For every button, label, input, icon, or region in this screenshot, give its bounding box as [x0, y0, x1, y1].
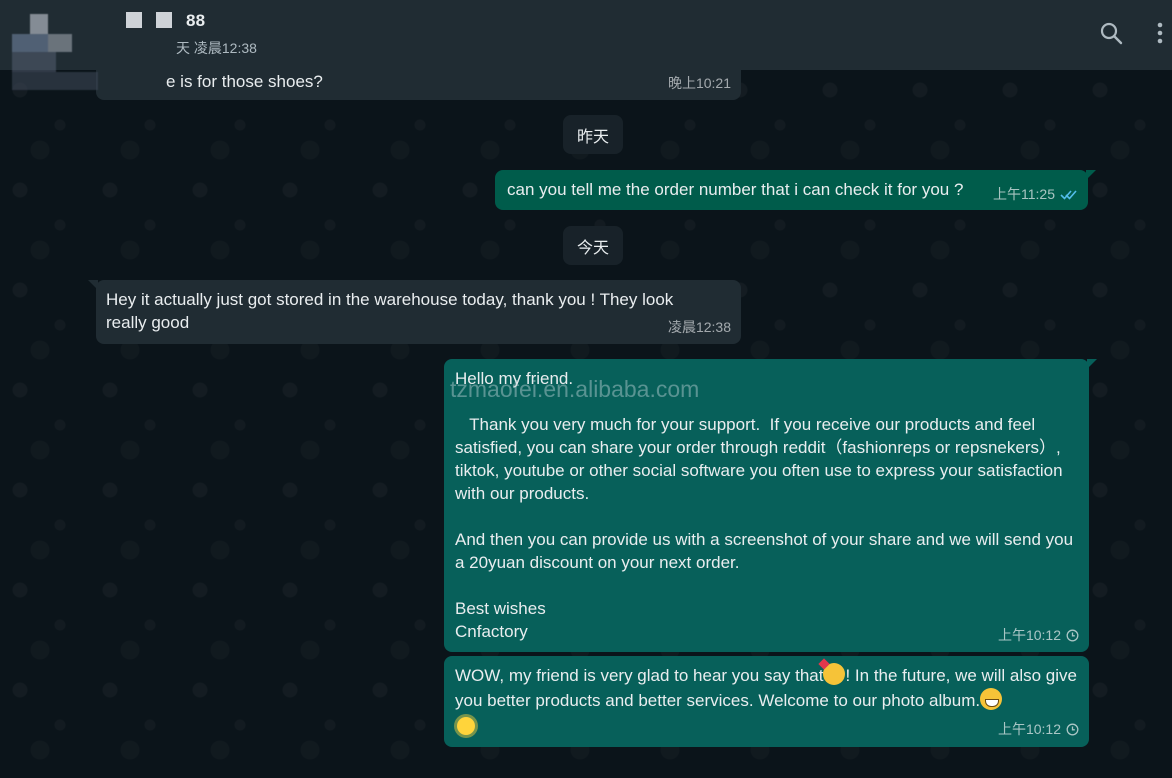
blurred-name-part	[126, 12, 142, 28]
clock-icon	[1066, 629, 1079, 642]
message-outgoing[interactable]: WOW, my friend is very glad to hear you …	[444, 656, 1089, 747]
sun-icon	[457, 717, 475, 735]
grinning-face-icon	[980, 688, 1003, 710]
message-time: 上午10:12	[997, 627, 1061, 643]
last-seen: 天 凌晨12:38	[176, 40, 257, 56]
message-meta: 上午10:12	[998, 624, 1079, 647]
double-check-icon	[1060, 190, 1077, 200]
smiling-face-with-hearts-icon	[823, 663, 846, 685]
avatar[interactable]	[12, 14, 98, 90]
message-outgoing[interactable]: can you tell me the order number that i …	[495, 170, 1096, 210]
date-separator: 今天	[563, 226, 623, 265]
message-text: WOW, my friend is very glad to hear you …	[455, 666, 824, 685]
chat-header: 88 天 凌晨12:38	[0, 0, 1172, 90]
blurred-name-part	[156, 12, 172, 28]
message-time: 凌晨12:38	[667, 319, 731, 335]
message-incoming[interactable]: e is for those shoes? 晚上10:21	[96, 70, 741, 100]
message-line: Thank you very much for your support. If…	[455, 415, 1068, 503]
clock-icon	[1066, 723, 1079, 736]
message-line: Best wishes	[455, 599, 546, 618]
menu-button[interactable]	[1150, 18, 1170, 48]
message-text: Hey it actually just got stored in the w…	[106, 290, 674, 332]
message-text: can you tell me the order number that i …	[507, 180, 964, 199]
message-line: And then you can provide us with a scree…	[455, 530, 1074, 572]
message-time: 晚上10:21	[667, 75, 731, 91]
message-incoming[interactable]: Hey it actually just got stored in the w…	[88, 280, 741, 344]
message-meta: 上午11:25	[993, 183, 1078, 206]
chat-area[interactable]: e is for those shoes? 晚上10:21 昨天 can you…	[0, 70, 1172, 778]
contact-name[interactable]: 88	[126, 11, 205, 31]
message-time: 上午10:12	[997, 721, 1061, 737]
message-text: e is for those shoes?	[166, 72, 323, 91]
more-vertical-icon	[1157, 22, 1163, 44]
message-line: Cnfactory	[455, 622, 528, 641]
search-icon	[1100, 22, 1123, 45]
message-time: 上午11:25	[993, 186, 1055, 202]
search-button[interactable]	[1096, 18, 1126, 48]
date-separator: 昨天	[563, 115, 623, 154]
watermark: tzmaofei.en.alibaba.com	[450, 376, 700, 402]
message-meta: 上午10:12	[998, 717, 1079, 742]
